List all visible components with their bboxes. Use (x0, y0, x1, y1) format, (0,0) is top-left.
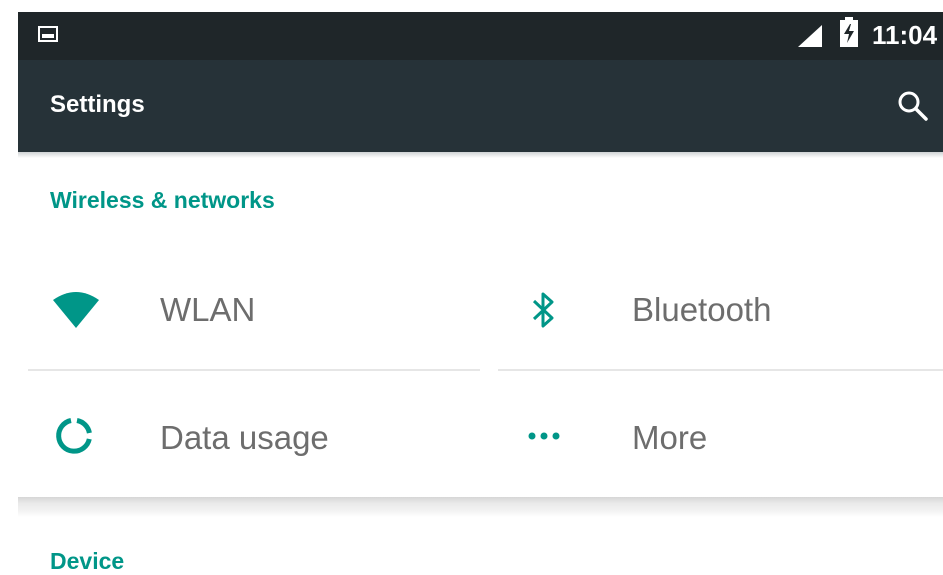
tile-label-data-usage: Data usage (160, 419, 329, 456)
tile-bluetooth[interactable]: Bluetooth (498, 255, 943, 365)
toolbar (18, 60, 943, 152)
battery-charging-icon (840, 17, 858, 47)
wifi-icon (52, 286, 100, 334)
tile-label-wlan: WLAN (160, 291, 256, 328)
more-icon (520, 412, 568, 460)
toolbar-shadow (18, 152, 943, 158)
section-header-device: Device (50, 548, 125, 574)
bluetooth-icon (520, 286, 568, 334)
page-title: Settings (50, 91, 145, 118)
tile-data-usage[interactable]: Data usage (28, 382, 480, 492)
status-time: 11:04 (872, 20, 938, 50)
divider (28, 369, 480, 371)
divider (498, 369, 943, 371)
section-header-wireless: Wireless & networks (50, 187, 275, 213)
cellular-signal-icon (798, 25, 822, 47)
section-separator (18, 497, 943, 517)
settings-screen: 11:04 Settings Wireless & networks WLAN … (0, 0, 943, 575)
tile-label-bluetooth: Bluetooth (632, 291, 772, 328)
search-icon[interactable] (895, 88, 931, 124)
tile-wlan[interactable]: WLAN (28, 255, 480, 365)
tile-label-more: More (632, 419, 708, 456)
tile-more[interactable]: More (498, 382, 943, 492)
data-usage-icon (50, 412, 98, 460)
image-notification-icon (38, 26, 58, 42)
